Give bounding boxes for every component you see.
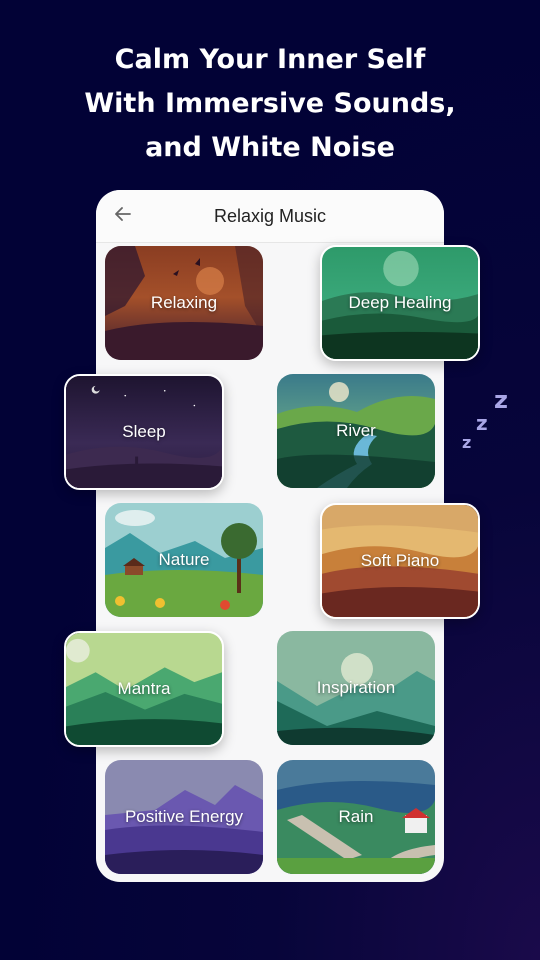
category-label: Relaxing (150, 293, 218, 312)
category-card-sleep[interactable]: Sleep (64, 374, 224, 490)
category-card-deep-healing[interactable]: Deep Healing (320, 245, 480, 361)
app-title: Relaxig Music (213, 206, 327, 226)
svg-text:z: z (494, 386, 508, 414)
app-bar: Relaxig Music (96, 190, 444, 243)
svg-text:z: z (476, 411, 488, 435)
category-label: Inspiration (316, 678, 396, 697)
category-label: Mantra (117, 679, 171, 698)
headline-line-2: With Immersive Sounds, (84, 88, 456, 119)
headline-line-3: and White Noise (145, 132, 395, 163)
category-label: Sleep (122, 422, 166, 441)
category-label: Nature (158, 550, 210, 569)
category-label: Soft Piano (360, 551, 440, 570)
category-card-nature[interactable]: Nature (105, 503, 263, 617)
category-card-rain[interactable]: Rain (277, 760, 435, 874)
category-card-river[interactable]: River (277, 374, 435, 488)
headline: Calm Your Inner Self With Immersive Soun… (0, 38, 540, 170)
svg-text:z: z (462, 433, 471, 452)
category-card-positive-energy[interactable]: Positive Energy (105, 760, 263, 874)
category-label: Rain (338, 807, 374, 826)
category-label: River (336, 421, 376, 440)
headline-line-1: Calm Your Inner Self (114, 44, 426, 75)
category-card-relaxing[interactable]: Relaxing (105, 246, 263, 360)
zzz-icon: z z z (462, 386, 508, 452)
category-card-soft-piano[interactable]: Soft Piano (320, 503, 480, 619)
category-card-mantra[interactable]: Mantra (64, 631, 224, 747)
category-label: Deep Healing (348, 293, 452, 312)
category-card-inspiration[interactable]: Inspiration (277, 631, 435, 745)
category-label: Positive Energy (124, 807, 244, 826)
